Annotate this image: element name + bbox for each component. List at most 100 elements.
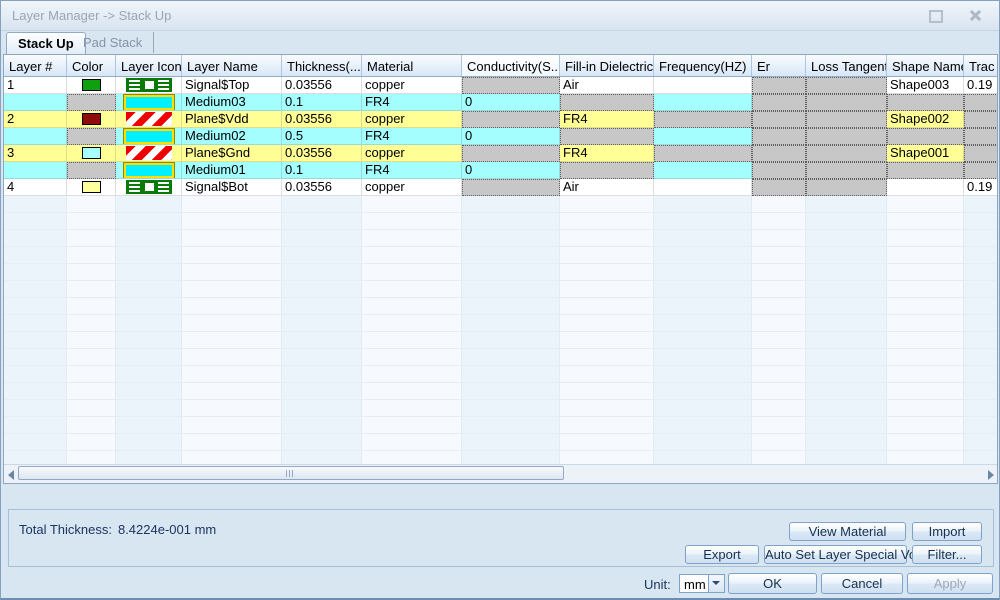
empty-cell[interactable]	[964, 281, 997, 298]
empty-cell[interactable]	[964, 230, 997, 247]
empty-cell[interactable]	[806, 264, 887, 281]
table-cell[interactable]: 0.03556	[282, 145, 362, 162]
empty-cell[interactable]	[752, 400, 806, 417]
empty-cell[interactable]	[362, 315, 462, 332]
empty-cell[interactable]	[462, 230, 560, 247]
empty-cell[interactable]	[887, 383, 964, 400]
chevron-down-icon[interactable]	[708, 575, 724, 592]
empty-cell[interactable]	[560, 230, 654, 247]
empty-cell[interactable]	[4, 349, 67, 366]
table-cell[interactable]: FR4	[362, 162, 462, 179]
empty-cell[interactable]	[964, 196, 997, 213]
empty-cell[interactable]	[282, 298, 362, 315]
empty-cell[interactable]	[362, 298, 462, 315]
empty-cell[interactable]	[4, 298, 67, 315]
empty-cell[interactable]	[752, 434, 806, 451]
table-cell[interactable]: 0.03556	[282, 77, 362, 94]
column-header-fill-in-dielectric[interactable]: Fill-in Dielectric	[560, 55, 654, 76]
empty-cell[interactable]	[4, 366, 67, 383]
apply-button[interactable]: Apply	[907, 573, 993, 594]
empty-cell[interactable]	[806, 349, 887, 366]
empty-cell[interactable]	[654, 281, 752, 298]
table-cell[interactable]: 0	[462, 162, 560, 179]
empty-cell[interactable]	[462, 383, 560, 400]
cancel-button[interactable]: Cancel	[821, 573, 903, 594]
table-cell[interactable]: 0	[462, 94, 560, 111]
close-icon[interactable]	[967, 9, 983, 23]
table-cell[interactable]: 0.03556	[282, 111, 362, 128]
empty-cell[interactable]	[806, 230, 887, 247]
empty-cell[interactable]	[560, 196, 654, 213]
table-cell[interactable]	[116, 94, 182, 111]
table-cell[interactable]: 0.19	[964, 179, 997, 196]
empty-cell[interactable]	[752, 281, 806, 298]
table-cell[interactable]: copper	[362, 179, 462, 196]
empty-cell[interactable]	[67, 315, 116, 332]
empty-cell[interactable]	[752, 417, 806, 434]
empty-cell[interactable]	[116, 247, 182, 264]
empty-cell[interactable]	[654, 434, 752, 451]
empty-cell[interactable]	[752, 383, 806, 400]
column-header-color[interactable]: Color	[67, 55, 116, 76]
empty-cell[interactable]	[560, 298, 654, 315]
table-cell[interactable]: Shape003	[887, 77, 964, 94]
empty-cell[interactable]	[752, 298, 806, 315]
empty-cell[interactable]	[560, 400, 654, 417]
empty-cell[interactable]	[67, 247, 116, 264]
empty-cell[interactable]	[752, 230, 806, 247]
table-cell[interactable]: Air	[560, 77, 654, 94]
empty-cell[interactable]	[887, 298, 964, 315]
empty-cell[interactable]	[282, 264, 362, 281]
empty-cell[interactable]	[806, 417, 887, 434]
table-cell[interactable]: FR4	[362, 128, 462, 145]
table-cell[interactable]	[67, 145, 116, 162]
empty-cell[interactable]	[964, 247, 997, 264]
empty-cell[interactable]	[654, 349, 752, 366]
empty-cell[interactable]	[67, 298, 116, 315]
ok-button[interactable]: OK	[728, 573, 817, 594]
empty-cell[interactable]	[462, 349, 560, 366]
empty-cell[interactable]	[462, 247, 560, 264]
empty-cell[interactable]	[182, 383, 282, 400]
table-cell[interactable]: Plane$Vdd	[182, 111, 282, 128]
table-cell[interactable]	[116, 145, 182, 162]
maximize-icon[interactable]	[927, 9, 943, 23]
table-cell[interactable]	[4, 94, 67, 111]
unit-select[interactable]: mm	[679, 574, 725, 593]
empty-cell[interactable]	[116, 332, 182, 349]
empty-cell[interactable]	[752, 213, 806, 230]
empty-cell[interactable]	[462, 196, 560, 213]
table-cell[interactable]: 0.19	[964, 77, 997, 94]
empty-cell[interactable]	[67, 281, 116, 298]
empty-cell[interactable]	[362, 213, 462, 230]
empty-cell[interactable]	[282, 349, 362, 366]
empty-cell[interactable]	[116, 230, 182, 247]
export-button[interactable]: Export	[685, 545, 759, 564]
empty-cell[interactable]	[4, 196, 67, 213]
table-cell[interactable]: Signal$Top	[182, 77, 282, 94]
empty-cell[interactable]	[887, 264, 964, 281]
empty-cell[interactable]	[182, 230, 282, 247]
empty-cell[interactable]	[282, 417, 362, 434]
empty-cell[interactable]	[654, 196, 752, 213]
scroll-left-arrow-icon[interactable]	[8, 470, 14, 480]
table-cell[interactable]	[654, 128, 752, 145]
empty-cell[interactable]	[116, 434, 182, 451]
empty-cell[interactable]	[4, 383, 67, 400]
empty-cell[interactable]	[282, 434, 362, 451]
table-cell[interactable]: copper	[362, 111, 462, 128]
empty-cell[interactable]	[4, 332, 67, 349]
empty-cell[interactable]	[116, 281, 182, 298]
table-cell[interactable]: copper	[362, 77, 462, 94]
empty-cell[interactable]	[182, 281, 282, 298]
empty-cell[interactable]	[282, 366, 362, 383]
table-cell[interactable]: 0	[462, 128, 560, 145]
table-cell[interactable]	[116, 179, 182, 196]
empty-cell[interactable]	[182, 264, 282, 281]
table-cell[interactable]: 2	[4, 111, 67, 128]
empty-cell[interactable]	[887, 230, 964, 247]
empty-cell[interactable]	[116, 417, 182, 434]
empty-cell[interactable]	[654, 332, 752, 349]
table-cell[interactable]	[887, 179, 964, 196]
empty-cell[interactable]	[362, 400, 462, 417]
